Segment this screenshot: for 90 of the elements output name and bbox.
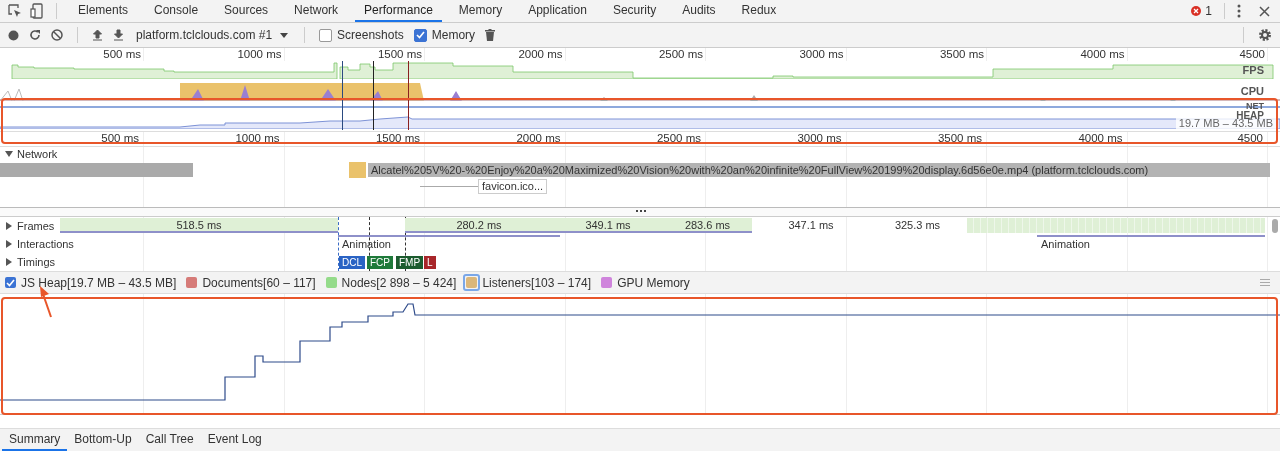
resize-handle[interactable] [636,210,646,212]
checkbox-label: Memory [431,28,476,42]
frame-bar[interactable]: 518.5 ms [60,218,338,233]
counter-checkbox[interactable] [325,277,337,288]
expand-arrow-icon[interactable] [5,150,13,158]
track-label: CPU [1240,85,1264,97]
track-title: Network [17,148,58,160]
time-tick: 4000 ms [1078,132,1123,145]
timing-marker[interactable]: L [424,256,436,269]
track-title: Frames [17,220,55,232]
marker-line [342,61,343,130]
reload-icon[interactable] [29,29,41,41]
interaction-bar[interactable]: Animation [1037,235,1265,250]
panel-tab[interactable]: Console [145,0,208,22]
time-tick: 3000 ms [799,48,844,61]
settings-icon[interactable] [1258,28,1272,42]
panel-tab[interactable]: Audits [673,0,725,22]
upload-icon[interactable] [92,29,103,41]
time-tick: 4000 ms [1080,48,1125,61]
record-icon[interactable] [8,29,19,41]
time-tick: 2500 ms [658,48,703,61]
time-tick: 4500 [1237,132,1263,145]
counter-checkbox[interactable] [601,277,613,288]
time-tick: 2000 ms [516,132,561,145]
request-bar[interactable]: favicon.ico... [478,179,548,194]
panel-tab[interactable]: Elements [69,0,138,22]
clear-icon[interactable] [51,29,63,41]
panel-tab[interactable]: Sources [215,0,278,22]
checkbox-label: Screenshots [337,28,404,42]
track-title: Timings [17,256,56,268]
panel-tab[interactable]: Redux [732,0,786,22]
time-tick: 3500 ms [937,132,982,145]
time-tick: 3500 ms [939,48,984,61]
time-tick: 500 ms [103,48,141,61]
frame-bar[interactable]: 280.2 ms [405,218,553,233]
counter-label: Listeners[103 – 174] [482,275,592,290]
counter-checkbox[interactable] [5,277,16,288]
details-tab[interactable]: Event Log [200,429,269,451]
time-tick: 2500 ms [656,132,701,145]
panel-tab[interactable]: Network [285,0,348,22]
interaction-bar[interactable]: Animation [338,235,560,250]
frame-bar[interactable]: 283.6 ms [663,218,752,233]
details-tab[interactable]: Call Tree [138,429,201,451]
download-icon[interactable] [113,29,124,41]
more-icon[interactable] [1237,4,1241,18]
timing-marker[interactable]: FMP [396,256,424,269]
timing-marker[interactable]: DCL [339,256,365,269]
counter-checkbox[interactable] [186,277,198,288]
marker-line [408,61,409,130]
caret-icon [280,32,289,38]
time-tick: 3000 ms [797,132,842,145]
request-bar[interactable]: Alcatel%205V%20-%20Enjoy%20a%20Maximized%20Vision%20with%20an%20infinite%20FullView%20199%20display.6d56e0e.mp4 (platform.tclclouds.com) [368,163,1270,177]
track-title: Interactions [17,238,74,250]
time-tick: 1000 ms [237,48,282,61]
frame-bar[interactable]: 325.3 ms [870,218,965,233]
inspect-icon[interactable] [8,4,22,18]
panel-tab[interactable]: Security [603,0,666,22]
marker-line [373,61,374,130]
time-tick: 1500 ms [377,48,422,61]
expand-arrow-icon[interactable] [5,222,13,230]
details-tab[interactable]: Bottom-Up [67,429,139,451]
panel-tab[interactable]: Application [519,0,596,22]
details-tab[interactable]: Summary [2,429,68,451]
scrollbar-thumb[interactable] [1272,219,1278,233]
time-tick: 1000 ms [235,132,280,145]
counter-label: GPU Memory [617,275,690,290]
time-tick: 2000 ms [518,48,563,61]
counter-label: Nodes[2 898 – 5 424] [341,275,457,290]
counter-label: JS Heap[19.7 MB – 43.5 MB] [21,275,177,290]
timing-marker[interactable]: FCP [367,256,393,269]
time-tick: 1500 ms [375,132,420,145]
time-tick: 500 ms [101,132,139,145]
frame-bar[interactable]: 349.1 ms [553,218,663,233]
expand-arrow-icon[interactable] [5,258,13,266]
checkbox[interactable] [319,28,333,42]
error-count: 1 [1205,4,1212,18]
device-toolbar-icon[interactable] [30,3,44,19]
close-icon[interactable] [1259,5,1270,17]
target-select[interactable]: platform.tclclouds.com #1 [134,28,291,42]
error-icon [1191,6,1202,16]
counter-label: Documents[60 – 117] [202,275,316,290]
leader-line [420,186,478,187]
time-tick: 4500 [1239,48,1265,61]
frame-bar[interactable]: 347.1 ms [752,218,870,233]
trash-icon[interactable] [485,29,496,41]
request-bar [349,162,366,178]
panel-tab[interactable]: Memory [449,0,512,22]
expand-arrow-icon[interactable] [5,240,13,248]
track-label: FPS [1242,64,1264,76]
checkbox[interactable] [413,28,427,42]
